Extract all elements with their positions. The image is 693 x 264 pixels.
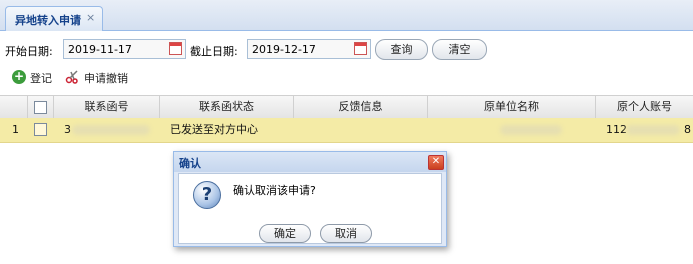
orig-account-prefix: 112	[606, 123, 627, 136]
end-date-value: 2019-12-17	[252, 43, 316, 56]
col-feedback[interactable]: 反馈信息	[294, 96, 428, 118]
register-button[interactable]: 登记	[30, 70, 52, 86]
ok-button[interactable]: 确定	[259, 224, 311, 243]
redacted-orig-account	[626, 125, 680, 135]
clear-button[interactable]: 清空	[432, 39, 487, 60]
redacted-orig-unit	[500, 125, 562, 135]
row-number: 1	[12, 123, 19, 136]
tab-label: 异地转入申请	[15, 14, 81, 27]
add-icon: +	[12, 69, 26, 84]
col-orig-unit[interactable]: 原单位名称	[428, 96, 596, 118]
select-all-checkbox[interactable]	[34, 100, 47, 114]
end-date-label: 截止日期:	[190, 45, 238, 58]
close-icon[interactable]: ×	[86, 11, 95, 24]
dialog-body: ? 确认取消该申请? 确定 取消	[178, 173, 442, 244]
dialog-titlebar[interactable]: 确认 ✕	[174, 152, 446, 172]
dialog-message: 确认取消该申请?	[233, 184, 316, 197]
revoke-button[interactable]: 申请撤销	[84, 70, 128, 86]
confirm-dialog: 确认 ✕ ? 确认取消该申请? 确定 取消	[173, 151, 447, 247]
rownum-header	[0, 96, 28, 118]
row-checkbox[interactable]	[34, 123, 47, 136]
letter-no-value: 3	[64, 123, 71, 136]
close-icon[interactable]: ✕	[428, 155, 444, 170]
table-row[interactable]: 1 3 已发送至对方中心 112 8	[0, 118, 693, 143]
orig-account-suffix: 8	[684, 123, 691, 136]
status-value: 已发送至对方中心	[170, 123, 258, 136]
start-date-label: 开始日期:	[5, 45, 53, 58]
calendar-icon[interactable]	[354, 42, 367, 55]
query-button[interactable]: 查询	[375, 39, 428, 60]
redacted-letter-no	[72, 125, 150, 135]
start-date-value: 2019-11-17	[68, 43, 132, 56]
scissors-icon	[65, 70, 78, 84]
grid-header: 联系函号 联系函状态 反馈信息 原单位名称 原个人账号	[0, 95, 693, 119]
calendar-icon[interactable]	[169, 42, 182, 55]
tab-bar: 异地转入申请 ×	[0, 0, 693, 31]
start-date-field[interactable]: 2019-11-17	[63, 39, 186, 59]
end-date-field[interactable]: 2019-12-17	[247, 39, 371, 59]
question-icon: ?	[193, 181, 221, 209]
dialog-title: 确认	[179, 157, 201, 170]
cancel-button[interactable]: 取消	[320, 224, 372, 243]
select-all-cell[interactable]	[28, 96, 54, 118]
col-status[interactable]: 联系函状态	[160, 96, 294, 118]
col-orig-account[interactable]: 原个人账号	[596, 96, 693, 118]
col-letter-no[interactable]: 联系函号	[54, 96, 160, 118]
tab-remote-transfer-in[interactable]: 异地转入申请 ×	[5, 6, 103, 31]
